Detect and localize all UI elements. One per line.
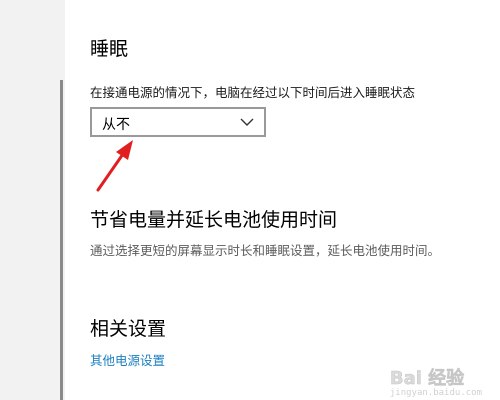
sleep-timeout-dropdown[interactable]: 从不 [90, 107, 266, 137]
sleep-section-title: 睡眠 [90, 38, 129, 60]
watermark: Bai 经验 jingyan.baidu.com [390, 364, 482, 398]
navigation-pane [0, 0, 65, 400]
chevron-down-icon [240, 118, 254, 126]
dropdown-selected-value: 从不 [102, 117, 130, 133]
watermark-url: jingyan.baidu.com [389, 388, 482, 398]
battery-section-title: 节省电量并延长电池使用时间 [90, 209, 338, 231]
battery-description: 通过选择更短的屏幕显示时长和睡眠设置，延长电池使用时间。 [90, 243, 441, 258]
sleep-plugged-in-label: 在接通电源的情况下，电脑在经过以下时间后进入睡眠状态 [90, 85, 416, 100]
watermark-brand: Bai 经验 [389, 368, 465, 390]
scrollbar[interactable] [60, 80, 63, 400]
related-settings-title: 相关设置 [90, 318, 167, 340]
additional-power-settings-link[interactable]: 其他电源设置 [90, 350, 165, 369]
annotation-arrow-icon [96, 140, 133, 192]
